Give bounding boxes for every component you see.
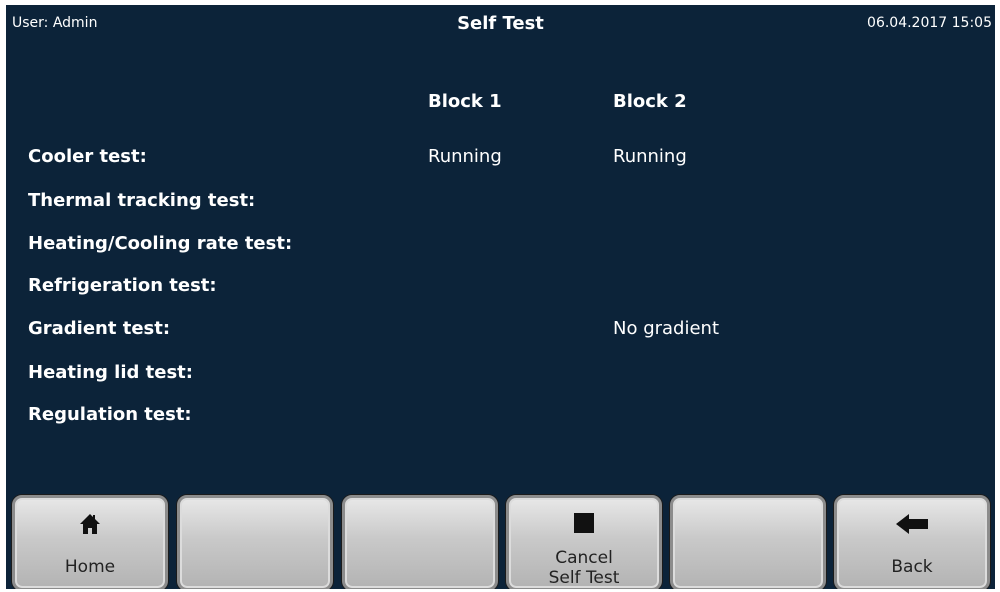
row-label-thermal-tracking-test: Thermal tracking test: bbox=[28, 190, 256, 211]
row-label-regulation-test: Regulation test: bbox=[28, 404, 192, 425]
back-button-label: Back bbox=[891, 557, 933, 577]
softkey-3-button[interactable] bbox=[342, 495, 498, 589]
softkey-5-button[interactable] bbox=[670, 495, 826, 589]
datetime-display: 06.04.2017 15:05 bbox=[867, 15, 992, 31]
top-bar: User: Admin Self Test 06.04.2017 15:05 bbox=[6, 5, 995, 43]
column-header-block-1: Block 1 bbox=[428, 91, 502, 112]
softkey-bar: Home Cancel Self Test Back bbox=[6, 492, 995, 589]
self-test-screen: User: Admin Self Test 06.04.2017 15:05 B… bbox=[6, 5, 995, 589]
row-label-gradient-test: Gradient test: bbox=[28, 318, 171, 339]
gradient-test-block-2-status: No gradient bbox=[613, 318, 720, 339]
home-button[interactable]: Home bbox=[12, 495, 168, 589]
back-button[interactable]: Back bbox=[834, 495, 990, 589]
stop-icon bbox=[509, 513, 659, 533]
column-header-block-2: Block 2 bbox=[613, 91, 687, 112]
cancel-self-test-button[interactable]: Cancel Self Test bbox=[506, 495, 662, 589]
row-label-cooler-test: Cooler test: bbox=[28, 146, 147, 167]
home-button-label: Home bbox=[64, 557, 116, 577]
back-arrow-icon bbox=[837, 513, 987, 535]
row-label-heating-lid-test: Heating lid test: bbox=[28, 362, 193, 383]
cancel-self-test-label: Cancel Self Test bbox=[548, 548, 620, 588]
row-label-refrigeration-test: Refrigeration test: bbox=[28, 275, 217, 296]
home-icon bbox=[15, 513, 165, 535]
cooler-test-block-1-status: Running bbox=[428, 146, 502, 167]
cooler-test-block-2-status: Running bbox=[613, 146, 687, 167]
row-label-heating-cooling-rate-test: Heating/Cooling rate test: bbox=[28, 233, 293, 254]
page-title: Self Test bbox=[457, 13, 544, 34]
softkey-2-button[interactable] bbox=[177, 495, 333, 589]
